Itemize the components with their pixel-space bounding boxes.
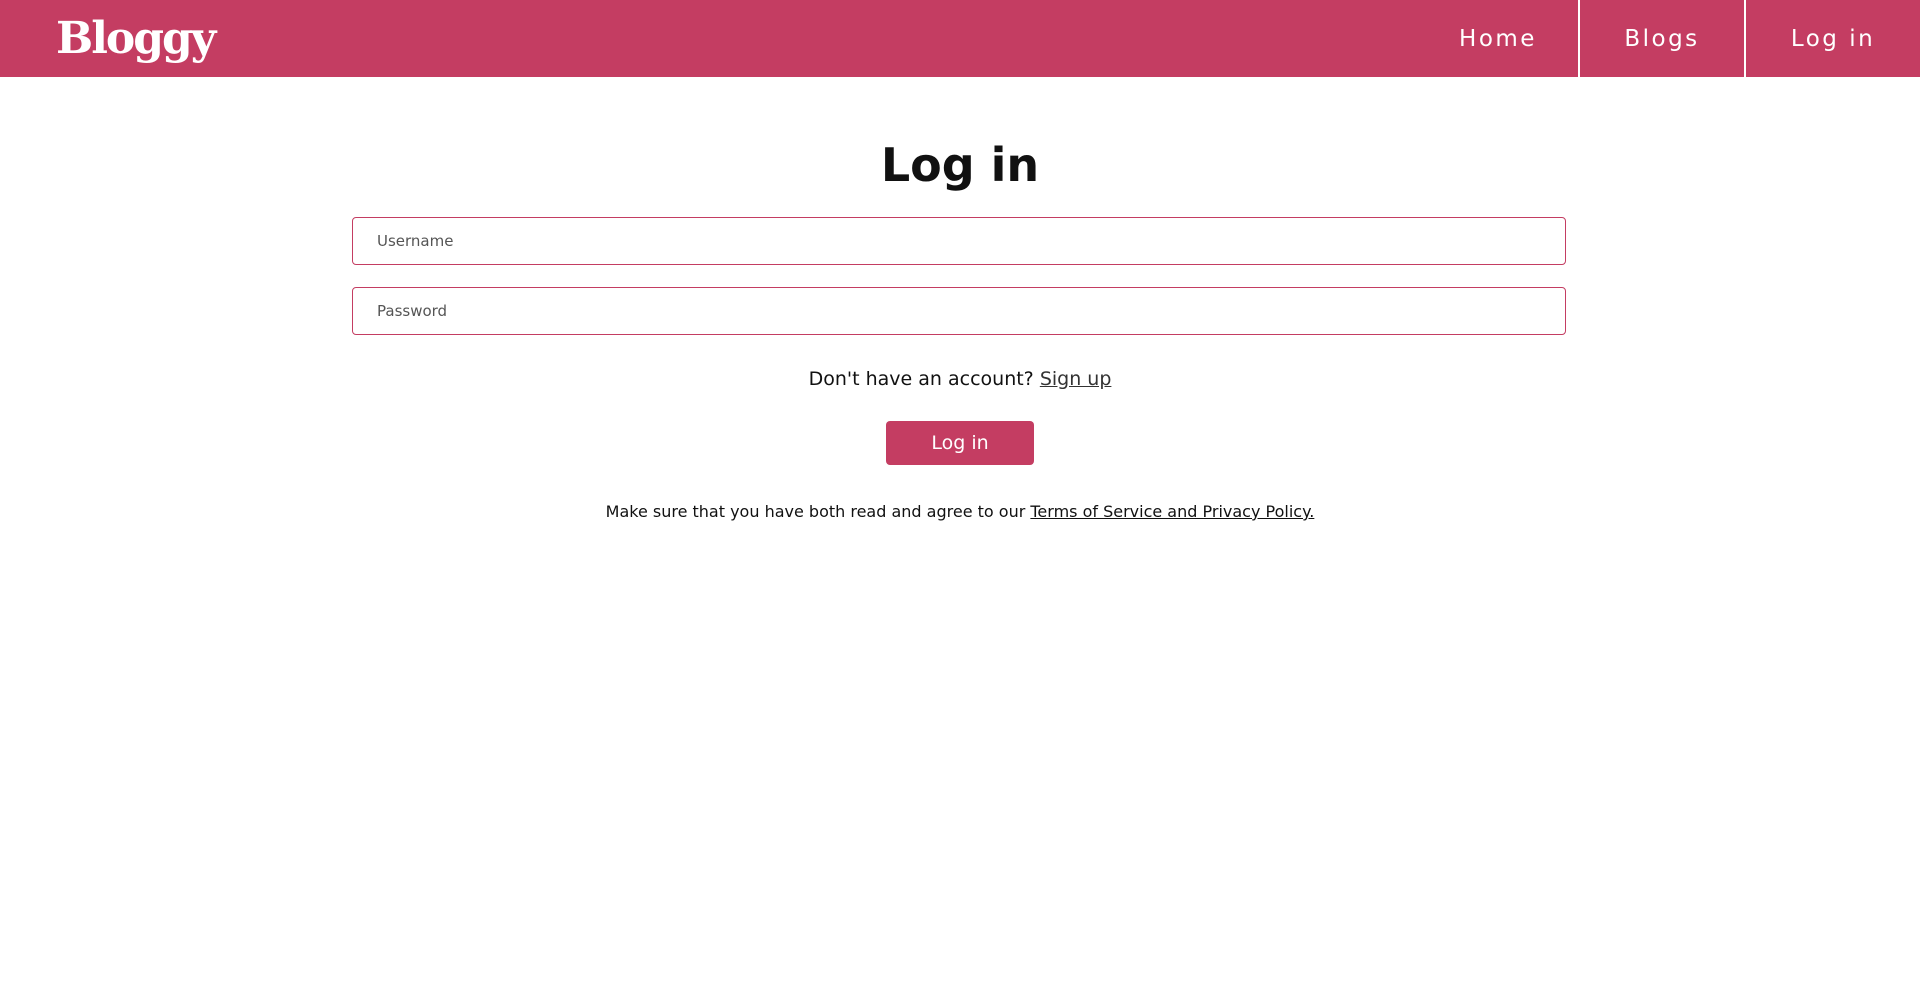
nav-login-link[interactable]: Log in [1746,0,1920,77]
login-page: Log in Don't have an account? Sign up Lo… [0,77,1920,990]
page-title: Log in [880,138,1040,192]
terms-prefix-text: Make sure that you have both read and ag… [605,502,1026,521]
signup-link[interactable]: Sign up [1040,368,1112,390]
username-input[interactable] [352,217,1566,265]
terms-notice: Make sure that you have both read and ag… [0,502,1920,521]
nav-links: Home Blogs Log in [1418,0,1920,77]
top-navbar: Bloggy Home Blogs Log in [0,0,1920,77]
signup-prompt-text: Don't have an account? [808,368,1034,390]
password-input[interactable] [352,287,1566,335]
nav-home-link[interactable]: Home [1418,0,1580,77]
nav-blogs-link[interactable]: Blogs [1580,0,1746,77]
terms-link[interactable]: Terms of Service and Privacy Policy. [1030,502,1314,521]
signup-prompt-line: Don't have an account? Sign up [0,368,1920,390]
login-submit-button[interactable]: Log in [886,421,1034,465]
bloggy-logo[interactable]: Bloggy [56,0,216,77]
